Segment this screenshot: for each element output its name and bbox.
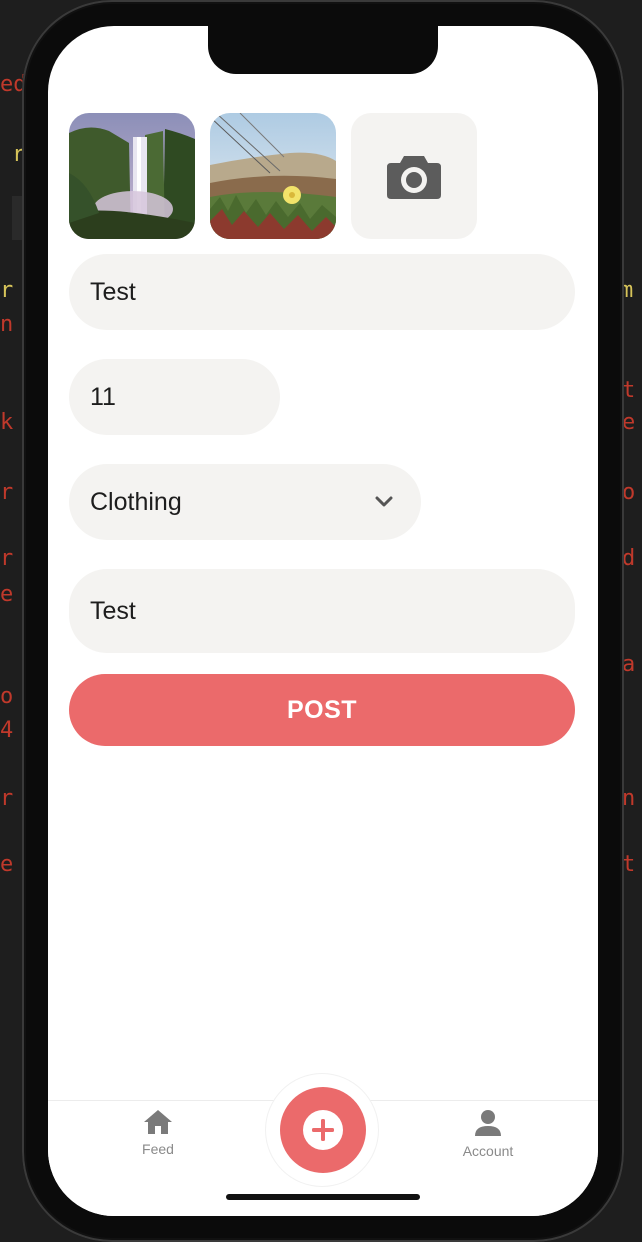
code-fragment: e — [0, 852, 14, 877]
plus-icon — [303, 1110, 343, 1150]
code-fragment: r — [0, 546, 14, 571]
add-photo-button[interactable] — [351, 113, 477, 239]
home-icon — [144, 1110, 172, 1134]
tab-feed-label: Feed — [142, 1141, 174, 1157]
category-select[interactable]: Clothing — [69, 464, 421, 540]
post-button-label: POST — [286, 695, 358, 724]
code-fragment: r — [0, 480, 14, 505]
description-input[interactable]: Test — [69, 569, 575, 653]
camera-icon — [387, 156, 441, 199]
tab-feed[interactable]: Feed — [128, 1109, 188, 1157]
home-indicator — [226, 1194, 420, 1200]
tab-account-label: Account — [462, 1143, 514, 1159]
photo-thumbnail-waterfall[interactable] — [69, 113, 195, 239]
code-fragment: n — [0, 312, 14, 337]
beach-flower-photo — [210, 113, 336, 239]
add-post-button[interactable] — [280, 1087, 366, 1173]
waterfall-photo — [69, 113, 195, 239]
photo-row — [69, 113, 477, 239]
price-input-value: 11 — [90, 382, 116, 411]
price-input[interactable]: 11 — [69, 359, 280, 435]
device-notch — [208, 26, 438, 74]
code-fragment: r — [0, 278, 14, 303]
app-screen: Test 11 Clothing Test POST Feed Account — [48, 26, 598, 1216]
title-input[interactable]: Test — [69, 254, 575, 330]
person-icon — [475, 1110, 501, 1136]
code-fragment: o — [0, 684, 14, 709]
code-fragment: e — [0, 582, 14, 607]
category-select-value: Clothing — [90, 487, 182, 516]
editor-gutter — [12, 196, 22, 240]
title-input-value: Test — [90, 277, 136, 306]
post-button[interactable]: POST — [69, 674, 575, 746]
code-fragment: k — [0, 410, 14, 435]
description-input-value: Test — [90, 596, 136, 625]
photo-thumbnail-beach-flower[interactable] — [210, 113, 336, 239]
chevron-down-icon — [375, 496, 393, 507]
code-fragment: r — [0, 786, 14, 811]
tab-account[interactable]: Account — [448, 1109, 528, 1159]
code-fragment: 4 — [0, 718, 14, 743]
phone-frame: Test 11 Clothing Test POST Feed Account — [22, 0, 624, 1242]
